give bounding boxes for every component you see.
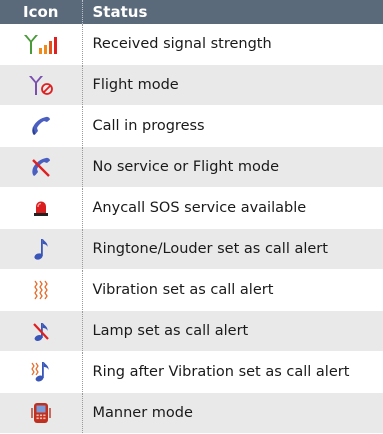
table-row: No service or Flight mode (0, 146, 383, 188)
ring-after-vibration-icon (30, 360, 52, 384)
table-row: Vibration set as call alert (0, 269, 383, 311)
ringtone-note-icon (32, 237, 50, 261)
header-status: Status (82, 0, 383, 24)
row-label: Ring after Vibration set as call alert (82, 351, 383, 393)
row-label: Flight mode (82, 64, 383, 106)
row-label: Call in progress (82, 105, 383, 147)
sos-alarm-icon (32, 199, 50, 217)
row-label: Anycall SOS service available (82, 187, 383, 229)
vibration-icon (32, 279, 50, 301)
call-in-progress-icon (30, 115, 52, 137)
row-label: Lamp set as call alert (82, 310, 383, 352)
status-icon-table: Icon Status Received signal strength Fli… (0, 0, 383, 434)
table-row: Anycall SOS service available (0, 187, 383, 229)
manner-mode-icon (31, 401, 51, 425)
table-row: Flight mode (0, 64, 383, 106)
table-header-row: Icon Status (0, 0, 383, 24)
table-row: Ring after Vibration set as call alert (0, 351, 383, 393)
header-icon: Icon (0, 0, 83, 24)
row-label: Vibration set as call alert (82, 269, 383, 311)
row-label: Manner mode (82, 392, 383, 434)
table-row: Call in progress (0, 105, 383, 147)
table-row: Lamp set as call alert (0, 310, 383, 352)
table-row: Ringtone/Louder set as call alert (0, 228, 383, 270)
lamp-alert-icon (31, 320, 51, 342)
table-row: Received signal strength (0, 24, 383, 65)
row-label: Received signal strength (82, 24, 383, 65)
flight-mode-icon (28, 74, 54, 96)
table-row: Manner mode (0, 392, 383, 434)
no-service-icon (30, 156, 52, 178)
signal-strength-icon (23, 33, 59, 55)
row-label: No service or Flight mode (82, 146, 383, 188)
row-label: Ringtone/Louder set as call alert (82, 228, 383, 270)
